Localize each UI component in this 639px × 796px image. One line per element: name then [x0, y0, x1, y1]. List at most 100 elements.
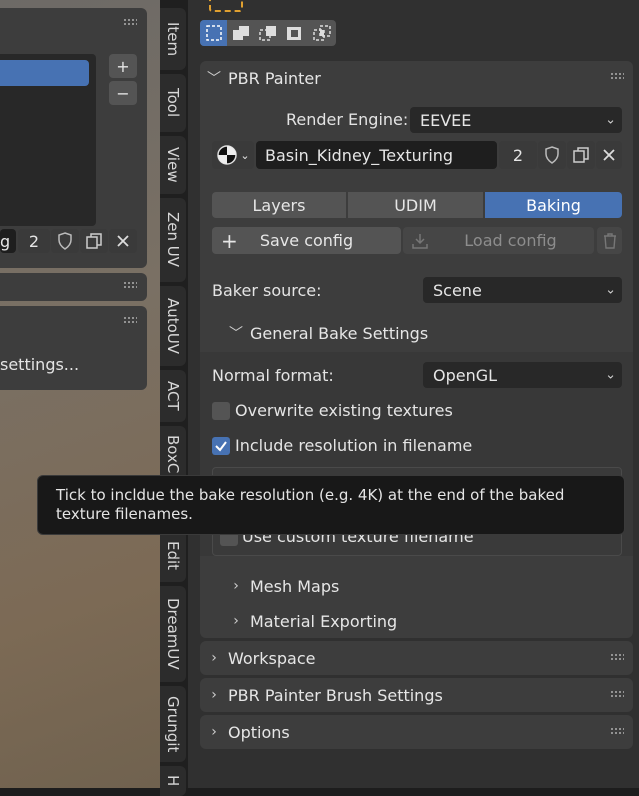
tab-label: UDIM [394, 195, 437, 215]
list-box[interactable] [0, 54, 96, 226]
select-new-icon [205, 25, 222, 41]
material-browse-button[interactable]: ⌄ [212, 141, 254, 169]
load-config-button[interactable]: Load config [403, 227, 594, 254]
button-label: Save config [259, 231, 354, 250]
tab-grungit[interactable]: Grungit [160, 686, 186, 762]
fake-user-button[interactable] [51, 229, 79, 253]
duplicate-icon [86, 233, 102, 249]
general-bake-settings-header[interactable]: ﹀ General Bake Settings [222, 316, 622, 350]
tab-label: View [164, 147, 182, 183]
list-item-selected[interactable] [0, 60, 89, 86]
tab-label: DreamUV [164, 598, 182, 670]
tab-baking[interactable]: Baking [485, 192, 622, 218]
close-icon [603, 149, 615, 161]
tab-item[interactable]: Item [160, 8, 186, 70]
panel-title: PBR Painter [228, 68, 321, 88]
fake-user-button[interactable] [538, 141, 566, 169]
subpanel-title: General Bake Settings [250, 323, 429, 343]
material-user-count[interactable]: 2 [499, 141, 537, 169]
select-invert-button[interactable] [281, 20, 308, 46]
drag-grip-icon[interactable] [610, 72, 624, 80]
tab-label: Edit [164, 541, 182, 571]
tab-label: AutoUV [164, 297, 182, 355]
render-engine-dropdown[interactable]: EEVEE ⌄ [410, 107, 622, 133]
tab-tool[interactable]: Tool [160, 74, 186, 132]
button-label: Load config [464, 231, 557, 250]
remove-item-button[interactable]: − [109, 81, 137, 105]
unlink-material-button[interactable] [596, 141, 622, 169]
normal-format-dropdown[interactable]: OpenGL ⌄ [423, 362, 622, 388]
tab-layers[interactable]: Layers [212, 192, 346, 218]
panel-title: PBR Painter Brush Settings [228, 685, 443, 705]
trash-icon [603, 232, 616, 249]
tab-edit[interactable]: Edit [160, 530, 186, 582]
viewport-collapsed-panel[interactable] [0, 273, 147, 301]
select-intersect-icon [313, 25, 331, 41]
overwrite-checkbox[interactable] [212, 402, 230, 420]
tab-label: ACT [164, 381, 182, 411]
delete-config-button[interactable] [597, 227, 622, 254]
selection-mode-group [200, 20, 336, 46]
drag-grip-icon[interactable] [610, 727, 624, 735]
tab-autouv[interactable]: AutoUV [160, 286, 186, 366]
import-icon [412, 233, 428, 249]
select-new-button[interactable] [200, 20, 227, 46]
plus-icon: + [116, 56, 130, 76]
tab-h[interactable]: H [160, 766, 186, 796]
include-resolution-label[interactable]: Include resolution in filename [235, 436, 472, 455]
brush-settings-header[interactable]: › PBR Painter Brush Settings [200, 678, 633, 712]
tab-udim[interactable]: UDIM [348, 192, 483, 218]
material-sphere-icon [217, 145, 238, 165]
mesh-maps-header[interactable]: › Mesh Maps [222, 569, 622, 603]
select-intersect-button[interactable] [308, 20, 336, 46]
drag-grip-icon[interactable] [123, 18, 137, 26]
dropdown-value: OpenGL [433, 365, 498, 385]
tab-boxcutter[interactable]: BoxC [160, 426, 186, 482]
tab-label: Baking [526, 195, 581, 215]
tab-label: Tool [164, 88, 182, 118]
duplicate-material-button[interactable] [567, 141, 595, 169]
duplicate-button[interactable] [80, 229, 108, 253]
render-engine-label: Render Engine: [286, 110, 409, 129]
add-item-button[interactable]: + [109, 54, 137, 78]
viewport-settings-panel: settings... [0, 306, 147, 390]
user-count-text: 2 [28, 231, 40, 251]
chevron-down-icon: ﹀ [229, 326, 243, 342]
pbr-painter-header[interactable]: ﹀ PBR Painter [200, 61, 633, 95]
select-subtract-icon [258, 26, 276, 41]
viewport-user-count[interactable]: 2 [18, 229, 50, 253]
dropdown-value: Scene [433, 280, 482, 300]
tab-label: Layers [252, 195, 306, 215]
panel-title: Workspace [228, 648, 316, 668]
normal-format-label: Normal format: [212, 366, 334, 385]
tab-zen-uv[interactable]: Zen UV [160, 198, 186, 282]
material-exporting-header[interactable]: › Material Exporting [222, 604, 622, 638]
shield-icon [58, 232, 72, 250]
drag-grip-icon[interactable] [610, 653, 624, 661]
chevron-down-icon: ⌄ [605, 112, 616, 128]
viewport-name-field[interactable]: g [0, 229, 16, 253]
settings-partial-text[interactable]: settings... [0, 355, 79, 374]
baker-source-dropdown[interactable]: Scene ⌄ [423, 277, 622, 303]
drag-grip-icon[interactable] [610, 690, 624, 698]
select-subtract-button[interactable] [254, 20, 281, 46]
workspace-header[interactable]: › Workspace [200, 641, 633, 675]
select-extend-button[interactable] [227, 20, 254, 46]
user-count-text: 2 [512, 145, 524, 165]
subpanel-title: Material Exporting [250, 611, 398, 631]
options-header[interactable]: › Options [200, 715, 633, 749]
unlink-button[interactable] [109, 229, 137, 253]
drag-grip-icon[interactable] [123, 281, 137, 289]
material-name-field[interactable]: Basin_Kidney_Texturing [256, 141, 497, 169]
save-config-button[interactable]: + Save config [212, 227, 401, 254]
tab-act[interactable]: ACT [160, 370, 186, 422]
duplicate-icon [573, 147, 589, 163]
tab-dreamuv[interactable]: DreamUV [160, 586, 186, 682]
shield-icon [545, 146, 559, 164]
overwrite-label[interactable]: Overwrite existing textures [235, 401, 453, 420]
checkmark-icon [215, 441, 227, 452]
minus-icon: − [116, 83, 130, 103]
tab-view[interactable]: View [160, 136, 186, 194]
drag-grip-icon[interactable] [123, 316, 137, 324]
include-resolution-checkbox[interactable] [212, 437, 230, 455]
